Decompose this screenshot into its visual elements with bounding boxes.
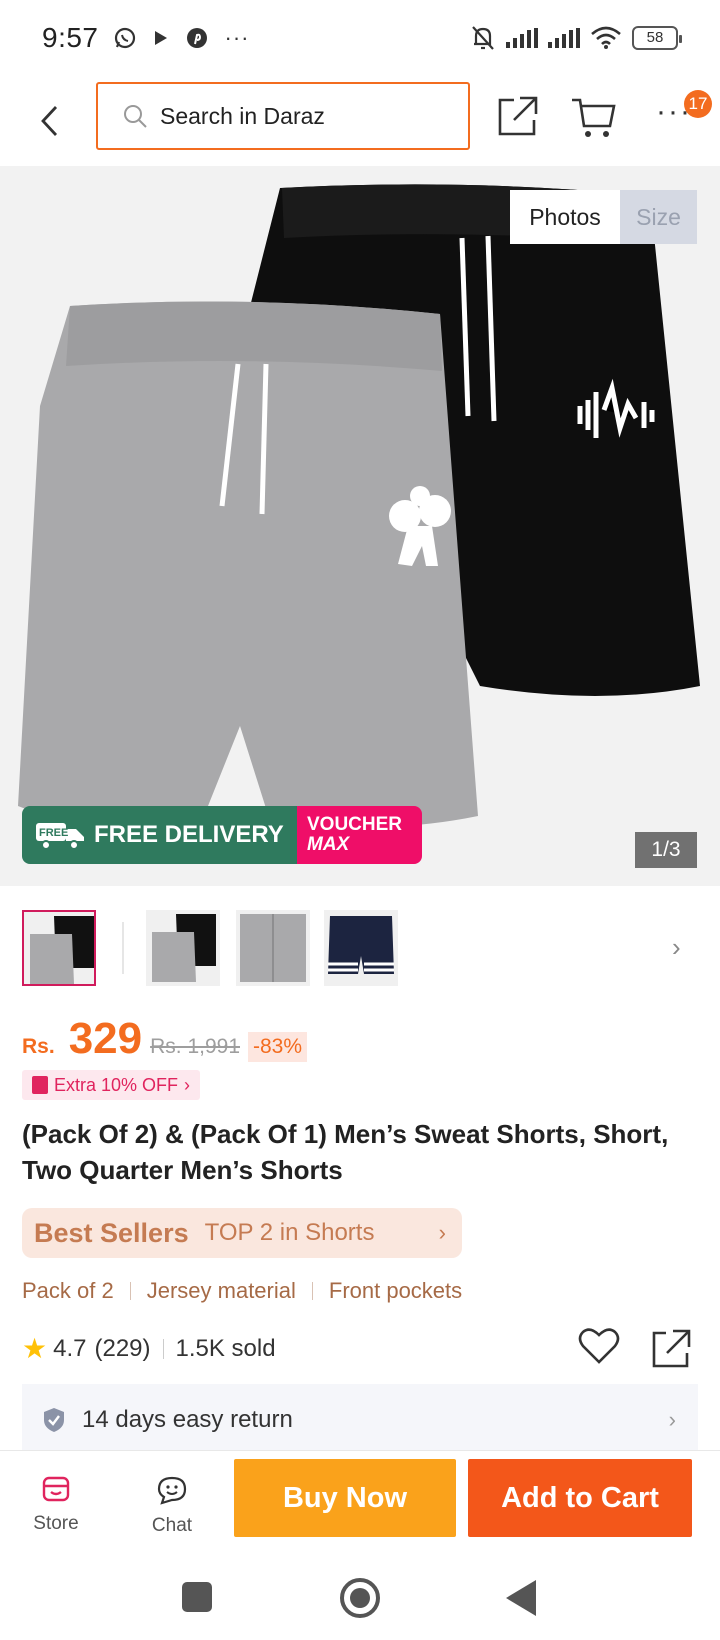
star-icon: ★ — [22, 1333, 48, 1364]
returns-row[interactable]: 14 days easy return › — [22, 1384, 698, 1456]
thumbnail-divider — [122, 922, 124, 974]
thumbnail-image — [24, 912, 94, 984]
rating-score: 4.7 — [53, 1334, 87, 1362]
delivery-truck-icon: FREE — [36, 823, 84, 850]
photo-size-tabs: Photos Size — [510, 190, 697, 244]
product-tags: Pack of 2 Jersey material Front pockets — [22, 1278, 462, 1304]
image-counter: 1/3 — [635, 832, 697, 868]
thumbnail-image — [324, 910, 398, 986]
share-icon[interactable] — [496, 94, 540, 138]
chevron-right-icon: › — [184, 1074, 191, 1095]
tag-item: Jersey material — [146, 1278, 296, 1303]
sold-count: 1.5K sold — [175, 1334, 276, 1362]
discount-badge: -83% — [248, 1032, 308, 1062]
store-label: Store — [33, 1513, 79, 1534]
store-button[interactable]: Store — [16, 1475, 96, 1535]
signal-icon — [506, 28, 538, 48]
heart-icon[interactable] — [578, 1326, 620, 1366]
add-to-cart-button[interactable]: Add to Cart — [468, 1459, 692, 1537]
tag-separator — [129, 1282, 131, 1300]
back-triangle-icon[interactable] — [506, 1580, 536, 1616]
rating-separator — [162, 1338, 164, 1359]
thumbnail-2[interactable] — [146, 910, 220, 986]
buy-now-button[interactable]: Buy Now — [234, 1459, 456, 1537]
more-notifications-icon: ··· — [224, 25, 250, 50]
search-input[interactable]: Search in Daraz — [96, 82, 470, 150]
voucher-label: VOUCHER — [307, 814, 403, 835]
extra-offer-chip[interactable]: Extra 10% OFF › — [22, 1070, 201, 1100]
thumbnail-strip: › — [0, 910, 720, 990]
best-sellers-rank: TOP 2 in Shorts — [204, 1219, 375, 1246]
bell-muted-icon — [472, 26, 494, 50]
thumbnail-1[interactable] — [22, 910, 96, 986]
notification-badge: 17 — [684, 90, 712, 118]
best-sellers-banner[interactable]: Best Sellers TOP 2 in Shorts › — [22, 1208, 462, 1258]
tab-size[interactable]: Size — [620, 190, 697, 244]
top-header: Search in Daraz ··· — [0, 76, 720, 166]
cart-icon[interactable] — [570, 92, 618, 140]
price-currency: Rs. — [22, 1035, 55, 1058]
tag-item: Pack of 2 — [22, 1278, 114, 1303]
chevron-right-icon[interactable]: › — [672, 932, 681, 963]
free-delivery-badge: FREE FREE DELIVERY — [22, 806, 297, 864]
chevron-left-icon — [41, 106, 58, 136]
signal-2-icon — [548, 28, 580, 48]
home-icon[interactable] — [340, 1578, 380, 1618]
voucher-max-badge: VOUCHER MAX — [297, 806, 422, 864]
battery-icon: 58 — [632, 26, 682, 50]
tag-item: Front pockets — [328, 1278, 463, 1303]
recent-apps-icon[interactable] — [182, 1582, 212, 1612]
thumbnail-image — [146, 910, 220, 986]
promo-banner: FREE FREE DELIVERY VOUCHER MAX — [22, 806, 422, 864]
tab-photos[interactable]: Photos — [510, 190, 620, 244]
rating-count: (229) — [94, 1334, 151, 1362]
chat-label: Chat — [151, 1515, 193, 1536]
rating-row[interactable]: ★ 4.7 (229) 1.5K sold — [22, 1332, 276, 1365]
status-time: 9:57 — [42, 22, 99, 53]
free-delivery-label: FREE DELIVERY — [94, 821, 284, 848]
voucher-icon — [32, 1076, 48, 1094]
best-sellers-label: Best Sellers — [34, 1217, 189, 1248]
chevron-right-icon: › — [438, 1220, 446, 1245]
voucher-max-label: MAX — [307, 834, 350, 855]
extra-offer-label: Extra 10% OFF — [54, 1074, 179, 1095]
product-photo — [18, 184, 700, 829]
shield-check-icon — [44, 1408, 64, 1432]
tag-separator — [311, 1282, 313, 1300]
search-placeholder: Search in Daraz — [160, 102, 325, 129]
status-bar: 9:57 ··· 58 — [0, 0, 720, 76]
thumbnail-3[interactable] — [236, 910, 310, 986]
chat-button[interactable]: Chat — [132, 1475, 212, 1537]
bottom-action-bar: Store Chat Buy Now Add to Cart — [0, 1450, 720, 1558]
pinterest-icon — [186, 28, 207, 48]
store-icon — [42, 1476, 70, 1502]
wifi-icon — [591, 26, 621, 49]
back-button[interactable] — [30, 96, 70, 146]
returns-label: 14 days easy return — [82, 1406, 293, 1433]
whatsapp-icon — [114, 27, 135, 49]
price-value: 329 — [68, 1014, 143, 1063]
search-icon — [124, 105, 147, 128]
play-icon — [154, 31, 167, 45]
price-row: Rs. 329 Rs. 1,991 -83% — [22, 1014, 308, 1064]
chat-icon — [157, 1476, 187, 1505]
thumbnail-image — [236, 910, 310, 986]
free-tag: FREE — [39, 827, 68, 839]
chevron-right-icon: › — [668, 1407, 676, 1432]
product-image[interactable]: Photos Size FREE FREE DELIVERY VOUCHER M… — [0, 166, 720, 886]
product-title: (Pack Of 2) & (Pack Of 1) Men’s Sweat Sh… — [22, 1119, 669, 1185]
original-price: Rs. 1,991 — [150, 1035, 240, 1058]
thumbnail-4[interactable] — [324, 910, 398, 986]
share-icon[interactable] — [650, 1328, 692, 1370]
system-nav-bar — [0, 1558, 720, 1640]
